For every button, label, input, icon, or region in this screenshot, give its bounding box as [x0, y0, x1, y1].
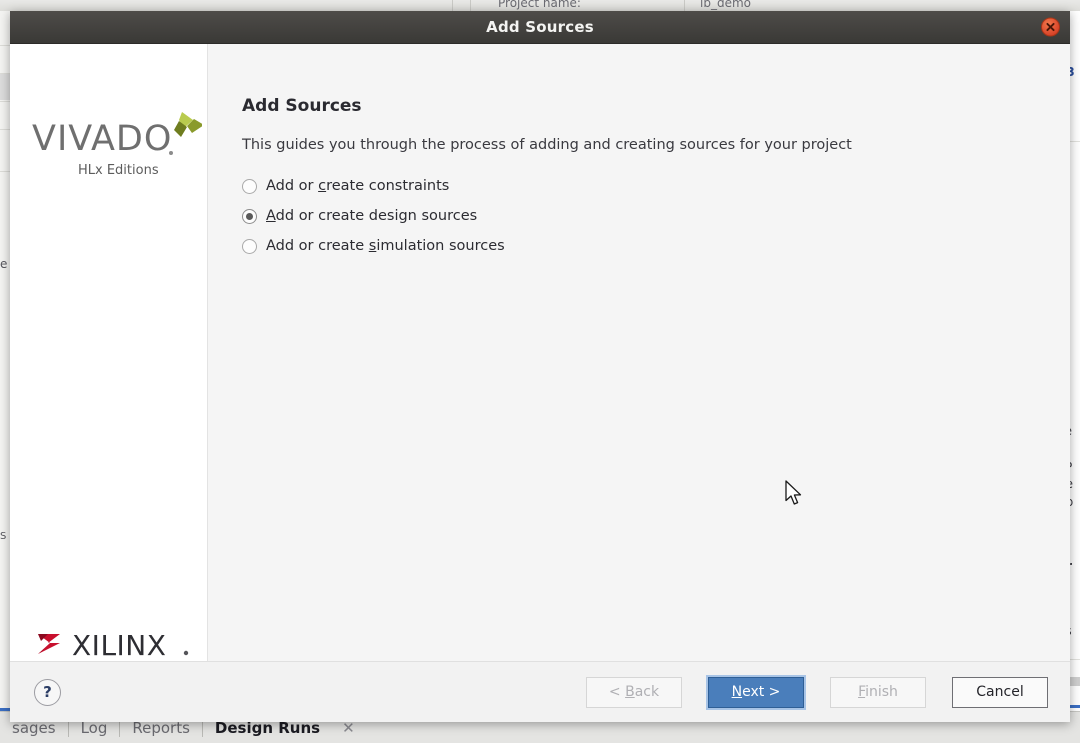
wizard-button-group: < Back Next > Finish Cancel	[586, 676, 1048, 708]
screen: Project name: lb_demo e S 03 . s ce g P …	[0, 0, 1080, 743]
background-top-field-row: Project name: lb_demo	[0, 0, 1080, 11]
add-sources-dialog: Add Sources VIVADO HLx Editions XILINX A…	[10, 11, 1070, 722]
radio-label-design-sources: Add or create design sources	[266, 208, 478, 224]
svg-text:VIVADO: VIVADO	[32, 119, 172, 159]
page-subtitle: This guides you through the process of a…	[242, 137, 852, 153]
dialog-body: VIVADO HLx Editions XILINX Add Sources T…	[10, 44, 1070, 662]
finish-button[interactable]: Finish	[830, 676, 926, 708]
radio-label-constraints: Add or create constraints	[266, 178, 450, 194]
radio-mark-icon	[242, 178, 257, 194]
page-title: Add Sources	[242, 96, 362, 116]
background-left-fragment-1: e	[0, 257, 8, 271]
svg-text:XILINX: XILINX	[72, 629, 166, 662]
cancel-button[interactable]: Cancel	[952, 676, 1048, 708]
radio-mark-icon	[242, 238, 257, 254]
radio-mark-icon-selected	[242, 208, 257, 224]
dialog-content-pane: Add Sources This guides you through the …	[208, 44, 1070, 661]
background-left-fragment-2: S	[0, 531, 7, 542]
background-project-name-label: Project name:	[498, 0, 581, 10]
dialog-title-bar: Add Sources	[10, 11, 1070, 44]
svg-text:HLx Editions: HLx Editions	[78, 163, 159, 178]
radio-add-create-constraints[interactable]: Add or create constraints	[242, 178, 449, 194]
vivado-logo: VIVADO HLx Editions	[32, 106, 202, 182]
next-button[interactable]: Next >	[708, 676, 804, 708]
source-type-radio-group: Add or create constraints Add or create …	[242, 178, 1070, 254]
close-icon[interactable]	[1041, 17, 1060, 37]
radio-add-create-simulation-sources[interactable]: Add or create simulation sources	[242, 238, 505, 254]
background-project-name-value: lb_demo	[700, 0, 751, 10]
back-button[interactable]: < Back	[586, 676, 682, 708]
dialog-title: Add Sources	[486, 18, 594, 36]
radio-add-create-design-sources[interactable]: Add or create design sources	[242, 208, 477, 224]
help-icon[interactable]: ?	[34, 678, 61, 706]
radio-label-simulation-sources: Add or create simulation sources	[266, 238, 505, 254]
branding-panel: VIVADO HLx Editions XILINX	[10, 44, 208, 662]
dialog-footer: ? < Back Next > Finish Cancel	[10, 661, 1070, 722]
